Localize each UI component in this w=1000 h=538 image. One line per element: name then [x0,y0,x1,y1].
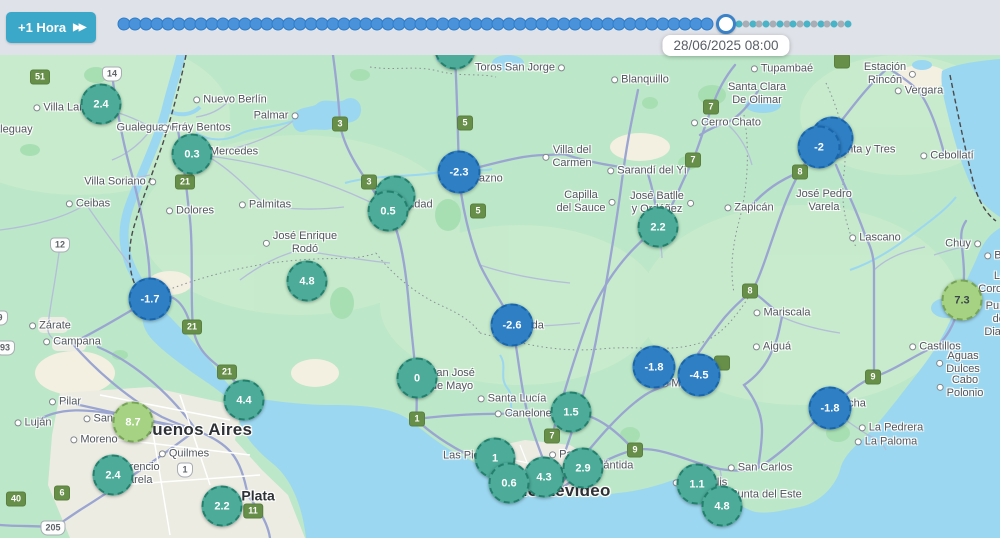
temperature-marker[interactable]: -1.8 [633,346,676,389]
timeline-tick-filled [701,18,714,31]
temperature-marker[interactable]: 2.4 [81,84,122,125]
temperature-marker[interactable]: 4.3 [524,457,565,498]
land-shade-layer [0,55,1000,405]
durazno-east [459,154,658,227]
temperature-marker[interactable]: 4.4 [224,380,265,421]
datetime-tooltip: 28/06/2025 08:00 [662,35,789,56]
temperature-marker[interactable]: 7.3 [942,280,983,321]
map-canvas[interactable]: GualeguayVilla LarrGualeguaychúNuevo Ber… [0,55,1000,538]
zapican-road [749,172,800,208]
lake [745,97,781,113]
temperature-marker[interactable]: 2.2 [202,486,243,527]
timeline-slider[interactable] [0,0,1000,55]
temperature-marker[interactable]: 0.6 [489,463,530,504]
temperature-marker[interactable]: 4.8 [287,261,328,302]
slider-handle[interactable] [716,14,736,34]
temperature-marker[interactable]: -1.8 [809,387,852,430]
temperature-marker[interactable]: 4.8 [702,486,743,527]
temperature-marker[interactable]: 2.2 [638,207,679,248]
timeline-tick-future [844,21,851,28]
lake [912,60,932,70]
temperature-marker[interactable]: -2.3 [438,151,481,194]
temperature-marker[interactable]: 1.5 [551,392,592,433]
temperature-marker[interactable]: 2.9 [563,448,604,489]
fast-forward-icon: ▶▶ [73,22,84,33]
weather-map-app: GualeguayVilla LarrGualeguaychúNuevo Ber… [0,0,1000,538]
temperature-marker[interactable]: -4.5 [678,354,721,397]
temperature-marker[interactable]: -1.7 [129,278,172,321]
palmar-reservoir [292,98,361,132]
advance-hour-label: +1 Hora [18,20,66,35]
advance-hour-button[interactable]: +1 Hora ▶▶ [6,12,96,43]
temperature-marker[interactable]: 8.7 [113,402,154,443]
lake [492,55,524,71]
temperature-marker[interactable]: 0.5 [368,191,409,232]
temperature-marker[interactable]: 0 [397,358,438,399]
temperature-marker[interactable]: 2.4 [93,455,134,496]
temperature-marker[interactable]: -2 [798,126,841,169]
temperature-marker[interactable]: 0.3 [172,134,213,175]
temperature-marker[interactable]: -2.6 [491,304,534,347]
timeline-toolbar: +1 Hora ▶▶ 28/06/2025 08:00 [0,0,1000,55]
